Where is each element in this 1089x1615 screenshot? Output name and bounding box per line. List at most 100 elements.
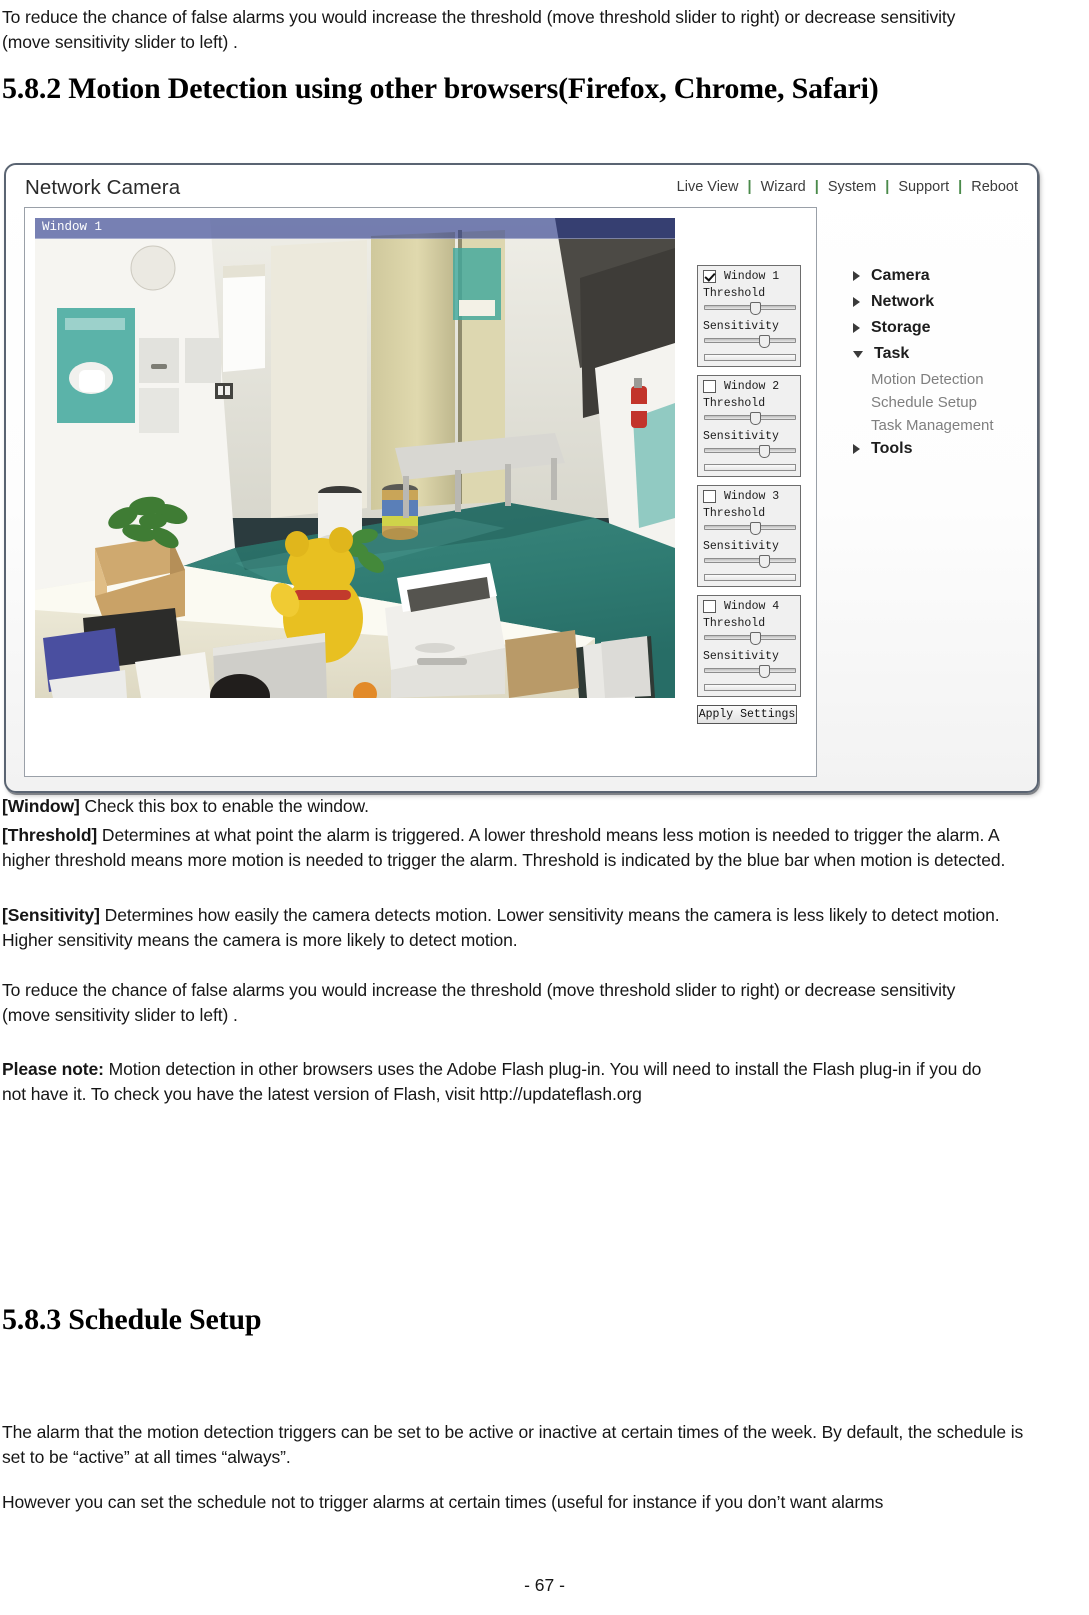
nav-link-wizard[interactable]: Wizard (761, 179, 806, 195)
camera-top-navigation: Live View | Wizard | System | Support | … (677, 179, 1018, 195)
camera-ui-title: Network Camera (25, 176, 181, 199)
nav-subitem-task-management[interactable]: Task Management (853, 414, 1037, 437)
nav-subitem-schedule-setup[interactable]: Schedule Setup (853, 391, 1037, 414)
window-3-threshold-thumb[interactable] (749, 522, 761, 535)
camera-web-ui-screenshot: Network Camera Live View | Wizard | Syst… (4, 163, 1039, 793)
window-1-threshold-label: Threshold (703, 287, 766, 300)
video-frame-image (35, 218, 675, 698)
sensitivity-description-paragraph: [Sensitivity] Determines how easily the … (2, 903, 1042, 953)
chevron-right-icon (853, 271, 860, 281)
window-4-sensitivity-slider[interactable] (704, 665, 796, 678)
window-1-sensitivity-thumb[interactable] (759, 335, 771, 348)
chevron-down-icon (853, 350, 863, 358)
threshold-term: [Threshold] (2, 825, 98, 845)
live-video-feed[interactable]: Window 1 (35, 218, 675, 698)
window-4-threshold-thumb[interactable] (749, 632, 761, 645)
nav-link-system[interactable]: System (828, 179, 876, 195)
window-1-motion-level-bar (704, 354, 796, 361)
window-description-paragraph: [Window] Check this box to enable the wi… (2, 794, 1042, 819)
please-note-paragraph: Please note: Motion detection in other b… (2, 1057, 1007, 1107)
window-2-threshold-slider[interactable] (704, 412, 796, 425)
nav-separator: | (958, 179, 963, 195)
motion-window-box-2: Window 2 Threshold Sensitivity (697, 375, 801, 477)
window-2-motion-level-bar (704, 464, 796, 471)
chevron-right-icon (853, 323, 860, 333)
window-3-sensitivity-slider[interactable] (704, 555, 796, 568)
window-3-label: Window 3 (724, 490, 780, 503)
window-2-checkbox[interactable] (703, 380, 716, 393)
nav-item-task-label: Task (874, 345, 910, 362)
motion-window-box-4: Window 4 Threshold Sensitivity (697, 595, 801, 697)
window-3-sensitivity-thumb[interactable] (759, 555, 771, 568)
intro-paragraph: To reduce the chance of false alarms you… (2, 7, 956, 52)
nav-item-network-label: Network (871, 293, 935, 310)
nav-item-network[interactable]: Network (853, 290, 1037, 314)
window-3-checkbox[interactable] (703, 490, 716, 503)
chevron-right-icon (853, 444, 860, 454)
window-4-motion-level-bar (704, 684, 796, 691)
window-2-threshold-label: Threshold (703, 397, 766, 410)
window-4-checkbox[interactable] (703, 600, 716, 613)
window-2-label: Window 2 (724, 380, 780, 393)
window-1-threshold-thumb[interactable] (749, 302, 761, 315)
nav-item-camera[interactable]: Camera (853, 264, 1037, 288)
nav-link-reboot[interactable]: Reboot (971, 179, 1018, 195)
window-2-sensitivity-slider[interactable] (704, 445, 796, 458)
threshold-description: Determines at what point the alarm is tr… (2, 825, 1006, 870)
window-description: Check this box to enable the window. (79, 796, 369, 816)
nav-separator: | (747, 179, 752, 195)
window-4-threshold-slider[interactable] (704, 632, 796, 645)
motion-window-box-3: Window 3 Threshold Sensitivity (697, 485, 801, 587)
nav-subitem-motion-detection[interactable]: Motion Detection (853, 368, 1037, 391)
nav-item-storage-label: Storage (871, 319, 931, 336)
nav-link-support[interactable]: Support (898, 179, 949, 195)
please-note-description: Motion detection in other browsers uses … (2, 1059, 982, 1104)
threshold-description-paragraph: [Threshold] Determines at what point the… (2, 823, 1042, 873)
nav-item-tools[interactable]: Tools (853, 437, 1037, 461)
nav-link-live-view[interactable]: Live View (677, 179, 739, 195)
window-3-sensitivity-label: Sensitivity (703, 540, 779, 553)
motion-detection-window-1-overlay (35, 218, 675, 239)
window-4-label: Window 4 (724, 600, 780, 613)
window-1-sensitivity-slider[interactable] (704, 335, 796, 348)
window-term: [Window] (2, 796, 80, 816)
nav-item-tools-label: Tools (871, 440, 913, 457)
window-2-enable-row[interactable]: Window 2 (703, 380, 779, 393)
window-3-threshold-label: Threshold (703, 507, 766, 520)
nav-separator: | (814, 179, 819, 195)
camera-settings-nav-tree: Camera Network Storage Task Motion Detec… (853, 264, 1037, 463)
motion-window-box-1: Window 1 Threshold Sensitivity (697, 265, 801, 367)
section-heading-5-8-2: 5.8.2 Motion Detection using other brows… (2, 72, 879, 105)
please-note-term: Please note: (2, 1059, 104, 1079)
nav-item-storage[interactable]: Storage (853, 316, 1037, 340)
window-2-sensitivity-label: Sensitivity (703, 430, 779, 443)
window-3-enable-row[interactable]: Window 3 (703, 490, 779, 503)
sensitivity-description: Determines how easily the camera detects… (2, 905, 1000, 950)
window-1-enable-row[interactable]: Window 1 (703, 270, 779, 283)
window-1-checkbox[interactable] (703, 270, 716, 283)
reduce-false-alarms-paragraph: To reduce the chance of false alarms you… (2, 980, 956, 1025)
chevron-right-icon (853, 297, 860, 307)
motion-window-controls: Window 1 Threshold Sensitivity Window 2 … (697, 265, 803, 724)
window-2-threshold-thumb[interactable] (749, 412, 761, 425)
window-4-sensitivity-thumb[interactable] (759, 665, 771, 678)
camera-ui-header: Network Camera Live View | Wizard | Syst… (6, 165, 1037, 213)
window-4-enable-row[interactable]: Window 4 (703, 600, 779, 613)
apply-settings-button[interactable]: Apply Settings (697, 705, 797, 724)
nav-item-task[interactable]: Task (853, 342, 1037, 366)
page-number: - 67 - (524, 1575, 565, 1595)
window-4-sensitivity-label: Sensitivity (703, 650, 779, 663)
window-1-sensitivity-label: Sensitivity (703, 320, 779, 333)
window-1-threshold-slider[interactable] (704, 302, 796, 315)
window-4-threshold-label: Threshold (703, 617, 766, 630)
schedule-paragraph-2: However you can set the schedule not to … (2, 1492, 884, 1512)
section-heading-5-8-3: 5.8.3 Schedule Setup (2, 1303, 262, 1336)
window-2-sensitivity-thumb[interactable] (759, 445, 771, 458)
window-1-label: Window 1 (724, 270, 780, 283)
motion-window-overlay-label: Window 1 (42, 220, 103, 234)
manual-page: To reduce the chance of false alarms you… (0, 0, 1089, 1615)
window-3-motion-level-bar (704, 574, 796, 581)
window-3-threshold-slider[interactable] (704, 522, 796, 535)
nav-separator: | (885, 179, 890, 195)
camera-ui-content-panel: Window 1 Window 1 Threshold Sensitivity (24, 207, 994, 777)
